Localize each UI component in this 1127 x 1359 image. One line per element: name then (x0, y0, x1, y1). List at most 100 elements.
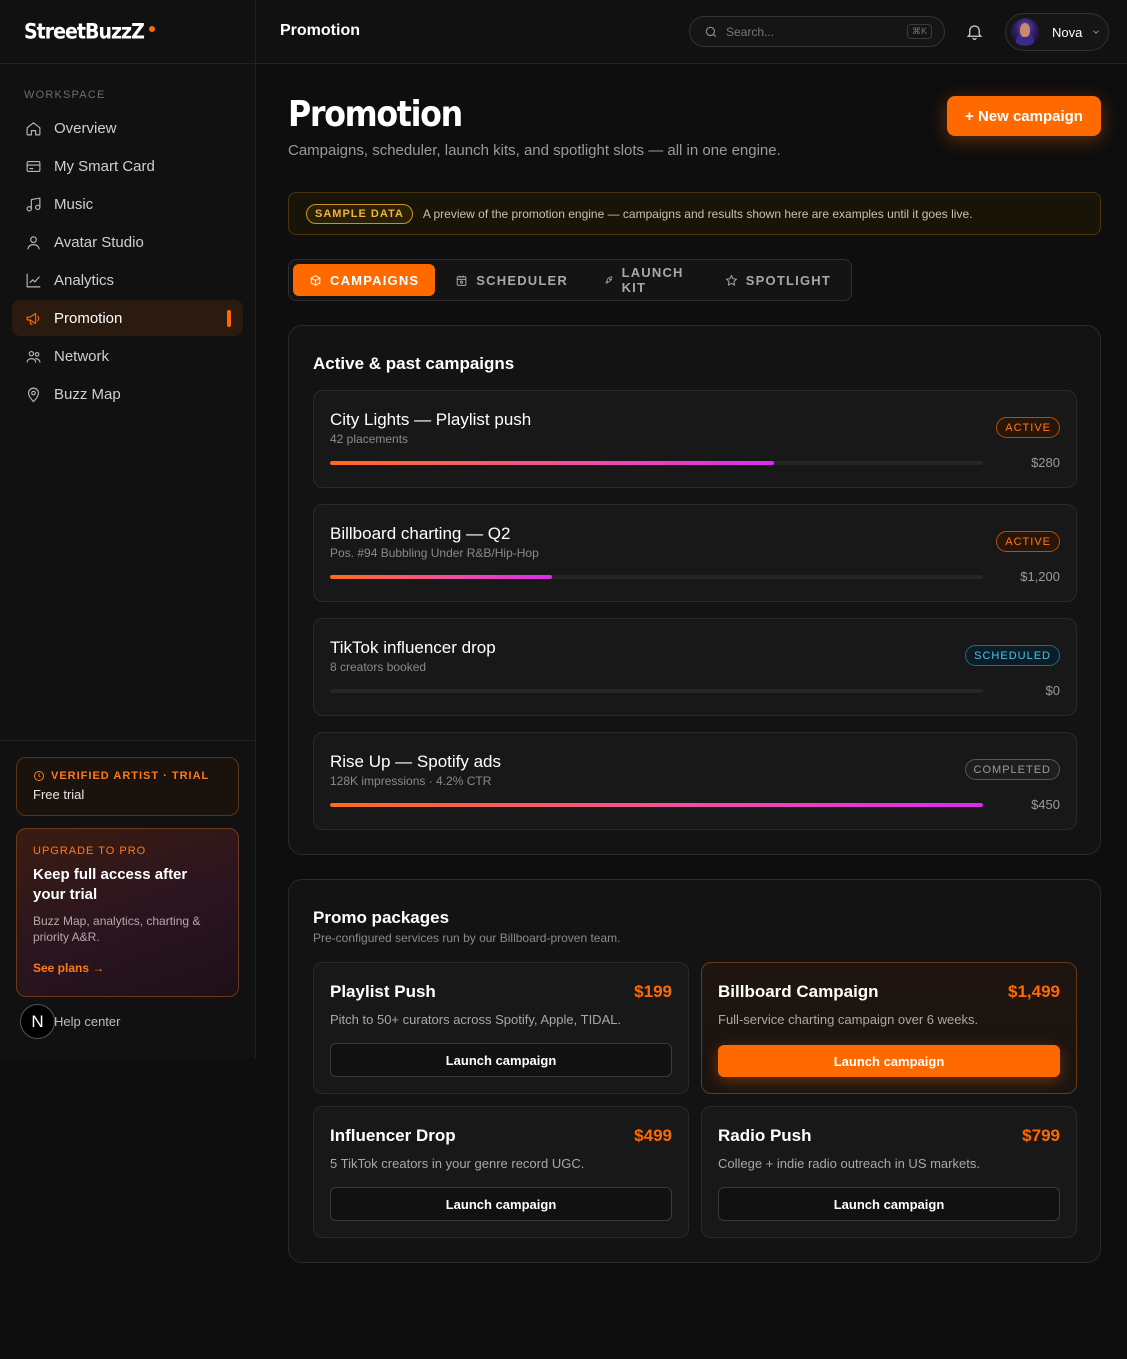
status-badge: ACTIVE (996, 531, 1060, 552)
sidebar-item-music[interactable]: Music (12, 186, 243, 222)
workspace-label: WORKSPACE (24, 89, 106, 101)
launch-campaign-button[interactable]: Launch campaign (330, 1187, 672, 1221)
campaign-amount: $1,200 (1020, 569, 1060, 584)
sidebar-item-label: Avatar Studio (54, 233, 144, 251)
clock-icon (34, 771, 44, 781)
status-badge: SCHEDULED (965, 645, 1060, 666)
upgrade-eyebrow: UPGRADE TO PRO (33, 845, 147, 857)
trial-title: VERIFIED ARTIST · TRIAL (33, 770, 222, 782)
trial-card[interactable]: VERIFIED ARTIST · TRIAL Free trial (16, 757, 239, 816)
sidebar-item-my-smart-card[interactable]: My Smart Card (12, 148, 243, 184)
sidebar-item-avatar-studio[interactable]: Avatar Studio (12, 224, 243, 260)
tab-scheduler[interactable]: SCHEDULER (439, 264, 584, 296)
sidebar-item-label: My Smart Card (54, 157, 155, 175)
sample-data-text: A preview of the promotion engine — camp… (422, 206, 973, 221)
package-name: Playlist Push (330, 982, 436, 1001)
package-description: Full-service charting campaign over 6 we… (718, 1012, 979, 1027)
campaign-name: TikTok influencer drop (330, 638, 496, 657)
sidebar-item-label: Analytics (54, 271, 115, 289)
launch-campaign-button[interactable]: Launch campaign (718, 1187, 1060, 1221)
campaign-name: Billboard charting — Q2 (330, 524, 511, 543)
campaign-amount: $0 (1045, 683, 1060, 698)
search-input[interactable]: Search... ⌘K (689, 16, 945, 47)
tab-spotlight[interactable]: SPOTLIGHT (709, 264, 847, 296)
cube-icon (310, 274, 321, 286)
tab-label: CAMPAIGNS (330, 272, 420, 288)
campaign-name: Rise Up — Spotify ads (330, 752, 502, 771)
launch-campaign-button[interactable]: Launch campaign (330, 1043, 672, 1077)
tab-launch-kit[interactable]: LAUNCH KIT (588, 264, 705, 296)
user-icon (24, 233, 42, 251)
package-name: Radio Push (718, 1126, 812, 1145)
campaign-progress-fill (330, 461, 775, 465)
campaign-card[interactable]: TikTok influencer drop 8 creators booked… (313, 618, 1077, 716)
campaign-meta: 128K impressions · 4.2% CTR (330, 774, 492, 788)
tab-campaigns[interactable]: CAMPAIGNS (293, 264, 436, 296)
campaign-progress (330, 461, 983, 465)
user-menu[interactable]: Nova (1005, 13, 1109, 51)
sidebar-divider (0, 740, 256, 741)
package-description: College + indie radio outreach in US mar… (718, 1156, 980, 1171)
chevron-down-icon (1093, 30, 1100, 34)
star-icon (725, 274, 738, 286)
sidebar-item-promotion[interactable]: Promotion (12, 300, 243, 336)
new-campaign-button[interactable]: + New campaign (947, 96, 1101, 136)
campaign-progress-fill (330, 575, 553, 579)
package-card-radio-push: Radio Push $799 College + indie radio ou… (701, 1106, 1077, 1238)
package-card-influencer-drop: Influencer Drop $499 5 TikTok creators i… (313, 1106, 689, 1238)
home-icon (24, 119, 42, 137)
sidebar-nav: Overview My Smart Card Music Avatar Stud… (12, 110, 243, 414)
package-name: Billboard Campaign (718, 982, 879, 1001)
campaign-progress (330, 803, 983, 807)
sidebar-item-network[interactable]: Network (12, 338, 243, 374)
packages-subtitle: Pre-configured services run by our Billb… (313, 931, 621, 945)
sidebar-item-overview[interactable]: Overview (12, 110, 243, 146)
campaign-card[interactable]: Rise Up — Spotify ads 128K impressions ·… (313, 732, 1077, 830)
campaign-name: City Lights — Playlist push (330, 410, 532, 429)
campaign-progress-fill (330, 803, 983, 807)
page-title: Promotion (288, 94, 463, 135)
launch-campaign-button[interactable]: Launch campaign (718, 1045, 1060, 1077)
tab-label: SPOTLIGHT (745, 272, 831, 288)
campaign-meta: Pos. #94 Bubbling Under R&B/Hip-Hop (330, 546, 539, 560)
packages-title: Promo packages (313, 908, 450, 927)
campaign-amount: $450 (1031, 797, 1060, 812)
sample-data-banner: SAMPLE DATA A preview of the promotion e… (288, 192, 1101, 235)
music-icon (24, 195, 42, 213)
help-badge[interactable]: N (20, 1004, 55, 1039)
megaphone-icon (24, 309, 42, 327)
sidebar-item-buzz-map[interactable]: Buzz Map (12, 376, 243, 412)
map-pin-icon (24, 385, 42, 403)
promotion-tabs: CAMPAIGNS SCHEDULER LAUNCH KIT SPOTLIGHT (288, 259, 852, 301)
bell-icon (966, 25, 983, 40)
packages-panel: Promo packages Pre-configured services r… (288, 879, 1101, 1263)
package-price: $799 (1022, 1126, 1060, 1145)
search-shortcut: ⌘K (906, 24, 932, 39)
sample-data-badge: SAMPLE DATA (306, 203, 413, 224)
trial-subtitle: Free trial (33, 787, 85, 802)
package-name: Influencer Drop (330, 1126, 456, 1145)
campaigns-title: Active & past campaigns (313, 354, 515, 373)
brand-logo: StreetBuzzZ (24, 19, 145, 44)
sidebar-item-analytics[interactable]: Analytics (12, 262, 243, 298)
tab-label: SCHEDULER (476, 272, 568, 288)
tab-label: LAUNCH KIT (621, 265, 684, 295)
campaign-card[interactable]: Billboard charting — Q2 Pos. #94 Bubblin… (313, 504, 1077, 602)
package-price: $199 (634, 982, 672, 1001)
see-plans-link[interactable]: See plans → (33, 961, 222, 975)
sidebar-item-label: Buzz Map (54, 385, 121, 403)
calendar-icon (456, 275, 467, 286)
campaign-amount: $280 (1031, 455, 1060, 470)
package-price: $1,499 (1008, 982, 1060, 1001)
avatar (1011, 18, 1039, 46)
campaign-progress (330, 689, 983, 693)
upgrade-description: Buzz Map, analytics, charting & priority… (33, 914, 201, 944)
status-badge: ACTIVE (996, 417, 1060, 438)
chart-line-icon (24, 271, 42, 289)
help-center-link[interactable]: N Help center (20, 1004, 120, 1039)
brand[interactable]: StreetBuzzZ (0, 0, 255, 64)
sidebar-item-label: Overview (54, 119, 117, 137)
notifications-button[interactable] (965, 22, 985, 42)
status-badge: COMPLETED (964, 759, 1060, 780)
campaign-card[interactable]: City Lights — Playlist push 42 placement… (313, 390, 1077, 488)
